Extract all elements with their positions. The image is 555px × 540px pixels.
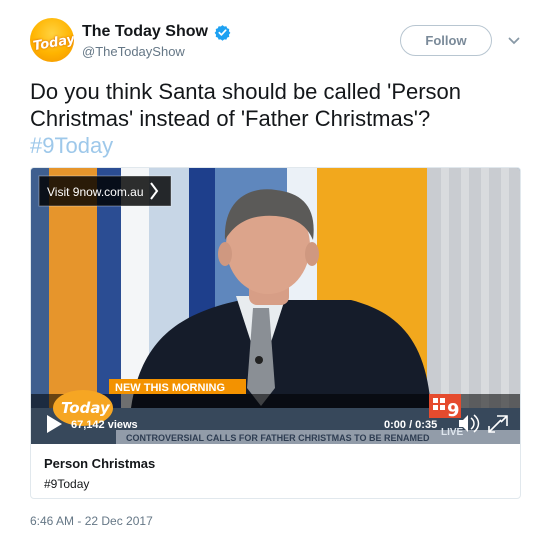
tweet-hashtag[interactable]: #9Today bbox=[30, 132, 530, 159]
media-card[interactable]: Visit 9now.com.au NEW THIS MORNING CONTR… bbox=[30, 167, 521, 499]
video-show-logo: Today bbox=[61, 399, 111, 417]
video-time: 0:00 / 0:35 bbox=[384, 419, 437, 431]
verified-badge-icon bbox=[214, 24, 231, 41]
lower-third-label: NEW THIS MORNING bbox=[115, 382, 225, 394]
tweet-text: Do you think Santa should be called 'Per… bbox=[30, 78, 530, 159]
tweet-timestamp[interactable]: 6:46 AM - 22 Dec 2017 bbox=[30, 514, 153, 528]
tweet: Today The Today Show @TheTodayShow Follo… bbox=[0, 0, 555, 540]
card-title: Person Christmas bbox=[44, 456, 156, 471]
follow-button[interactable]: Follow bbox=[400, 25, 492, 56]
avatar-logo-text: Today bbox=[31, 32, 74, 55]
name-row: The Today Show bbox=[82, 22, 231, 42]
video-player[interactable]: Visit 9now.com.au NEW THIS MORNING CONTR… bbox=[31, 168, 520, 444]
handle[interactable]: @TheTodayShow bbox=[82, 44, 185, 59]
card-subtitle: #9Today bbox=[44, 477, 90, 491]
svg-text:9: 9 bbox=[447, 400, 460, 421]
view-count: 67,142 views bbox=[71, 419, 138, 431]
news-ticker: CONTROVERSIAL CALLS FOR FATHER CHRISTMAS… bbox=[126, 433, 430, 443]
avatar[interactable]: Today bbox=[30, 18, 74, 62]
display-name[interactable]: The Today Show bbox=[82, 23, 208, 41]
channel-live-label: LIVE bbox=[441, 427, 464, 438]
card-body[interactable]: Person Christmas #9Today bbox=[31, 444, 520, 498]
chevron-down-icon[interactable] bbox=[508, 36, 520, 46]
visit-link[interactable]: Visit 9now.com.au bbox=[47, 185, 144, 199]
tweet-body: Do you think Santa should be called 'Per… bbox=[30, 79, 462, 131]
video-frame: Visit 9now.com.au NEW THIS MORNING CONTR… bbox=[31, 168, 520, 444]
